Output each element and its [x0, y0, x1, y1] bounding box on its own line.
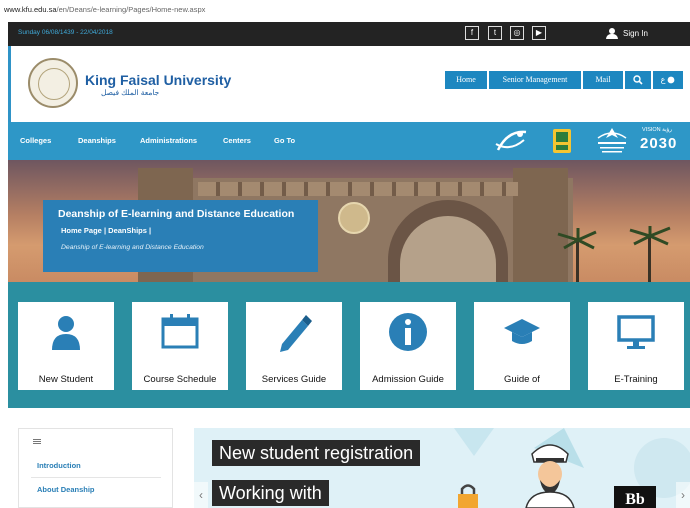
tile-admission-guide[interactable]: Admission Guide — [360, 302, 456, 390]
tile-e-training[interactable]: E-Training — [588, 302, 684, 390]
sidebar-menu: Introduction About Deanship — [18, 428, 173, 508]
pillar-logo-icon[interactable] — [590, 126, 634, 156]
sidebar-item-about-deanship[interactable]: About Deanship — [37, 485, 95, 494]
nav-go-to[interactable]: Go To — [274, 122, 295, 160]
nav-mail-button[interactable]: Mail — [583, 71, 623, 89]
user-icon — [606, 27, 618, 40]
hero-banner: Deanship of E-learning and Distance Educ… — [8, 160, 690, 282]
nav-home-button[interactable]: Home — [445, 71, 487, 89]
tile-services-guide[interactable]: Services Guide — [246, 302, 342, 390]
vision-2030-year: 2030 — [640, 135, 678, 152]
info-icon — [389, 313, 427, 351]
hero-title: Deanship of E-learning and Distance Educ… — [58, 208, 295, 220]
nav-centers[interactable]: Centers — [223, 122, 251, 160]
tile-label: E-Training — [614, 374, 658, 385]
blackboard-logo[interactable]: Bb — [614, 486, 656, 508]
carousel-headline[interactable]: New student registration — [212, 440, 421, 466]
search-button[interactable] — [625, 71, 651, 89]
carousel-next-button[interactable]: › — [676, 482, 690, 508]
breadcrumb: Home Page | DeanShips | — [61, 226, 151, 235]
accreditation-badge-icon[interactable] — [552, 128, 572, 154]
university-logo-icon[interactable] — [28, 58, 78, 108]
site-header: King Faisal University جامعة الملك فيصل … — [8, 46, 690, 122]
language-toggle-button[interactable]: ع — [653, 71, 683, 89]
hero-emblem-icon — [338, 202, 370, 234]
tile-label: New Student — [38, 374, 94, 385]
language-label: ع — [660, 75, 666, 84]
twitter-icon[interactable]: t — [488, 26, 502, 40]
sidebar-divider — [31, 477, 161, 478]
top-bar: Sunday 06/08/1439 - 22/04/2018 f t ◎ ▶ S… — [8, 22, 690, 46]
monitor-icon — [617, 315, 655, 349]
carousel-prev-button[interactable]: ‹ — [194, 482, 208, 508]
blackboard-logo-text: Bb — [625, 491, 645, 508]
tile-guide-of-admission[interactable]: Guide of — [474, 302, 570, 390]
lock-icon — [458, 484, 478, 508]
breadcrumb-deanships[interactable]: DeanShips — [108, 226, 147, 235]
hero-subtitle: Deanship of E-learning and Distance Educ… — [61, 244, 204, 251]
main-nav: Colleges Deanships Administrations Cente… — [8, 122, 690, 160]
tile-label: Course Schedule — [143, 374, 217, 385]
tile-label: Admission Guide — [372, 374, 444, 385]
search-icon — [633, 75, 643, 85]
url-path: /en/Deans/e-learning/Pages/Home-new.aspx — [56, 5, 206, 14]
address-bar[interactable]: www.kfu.edu.sa/en/Deans/e-learning/Pages… — [0, 0, 690, 22]
url-host: www.kfu.edu.sa — [4, 5, 57, 14]
breadcrumb-home[interactable]: Home Page — [61, 226, 102, 235]
graduation-cap-icon — [504, 319, 540, 344]
vision-2030-caption: VISION رؤية — [642, 127, 672, 133]
nav-administrations[interactable]: Administrations — [140, 122, 197, 160]
current-date: Sunday 06/08/1439 - 22/04/2018 — [18, 29, 113, 36]
sidebar-item-introduction[interactable]: Introduction — [37, 461, 81, 470]
news-carousel: New student registration Working with ‹ … — [194, 428, 690, 508]
calendar-icon — [161, 314, 199, 349]
sign-in-label: Sign In — [623, 29, 648, 38]
youtube-icon[interactable]: ▶ — [532, 26, 546, 40]
carousel-subheadline[interactable]: Working with — [212, 480, 329, 506]
menu-icon[interactable] — [33, 439, 41, 445]
nav-colleges[interactable]: Colleges — [20, 122, 51, 160]
tile-label: Guide of — [504, 374, 540, 385]
hero-title-box: Deanship of E-learning and Distance Educ… — [43, 200, 318, 272]
breadcrumb-separator: | — [103, 226, 107, 235]
sign-in-link[interactable]: Sign In — [606, 22, 648, 46]
instagram-icon[interactable]: ◎ — [510, 26, 524, 40]
person-illustration-icon — [525, 444, 575, 508]
breadcrumb-separator: | — [149, 226, 152, 235]
tile-label: Services Guide — [261, 374, 327, 385]
quick-links: New Student Course Schedule Services Gui… — [8, 282, 690, 408]
nav-senior-management-button[interactable]: Senior Management — [489, 71, 581, 89]
globe-icon — [667, 76, 675, 84]
vision-2030-logo[interactable]: VISION رؤية 2030 — [640, 126, 686, 156]
tile-new-student[interactable]: New Student — [18, 302, 114, 390]
university-name[interactable]: King Faisal University — [85, 72, 231, 88]
nav-deanships[interactable]: Deanships — [78, 122, 116, 160]
award-swoosh-icon[interactable] — [494, 126, 530, 156]
university-name-arabic: جامعة الملك فيصل — [101, 88, 160, 97]
tile-course-schedule[interactable]: Course Schedule — [132, 302, 228, 390]
hero-frieze — [198, 182, 518, 196]
palm-tree-icon — [557, 226, 671, 282]
page-frame: Sunday 06/08/1439 - 22/04/2018 f t ◎ ▶ S… — [8, 22, 690, 508]
facebook-icon[interactable]: f — [465, 26, 479, 40]
pencil-icon — [280, 315, 312, 352]
student-icon — [52, 316, 80, 350]
